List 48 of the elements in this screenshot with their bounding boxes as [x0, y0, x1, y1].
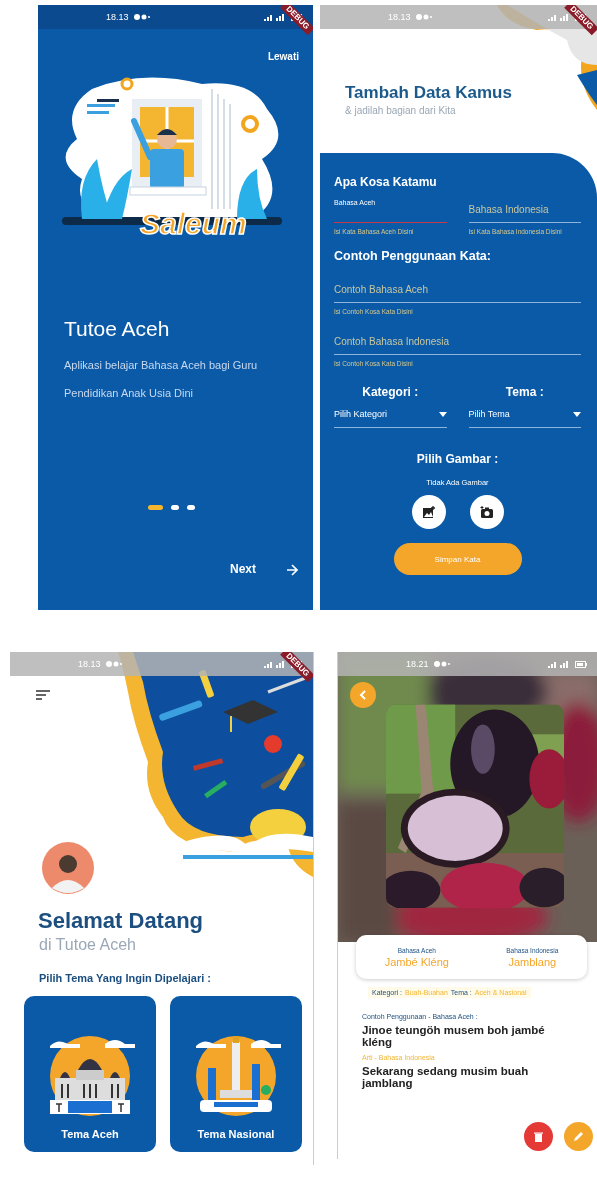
arrow-right-icon[interactable] [286, 564, 298, 576]
example-text: Jinoe teungöh musem boh jambé kléng [362, 1024, 546, 1048]
delete-button[interactable] [524, 1122, 553, 1151]
app-title: Tutoe Aceh [64, 317, 171, 341]
notification-icon [415, 14, 432, 20]
add-image-icon [422, 506, 435, 518]
theme-card[interactable]: Tema Nasional [170, 996, 302, 1152]
input-field[interactable]: Bahasa Indonesia [468, 189, 581, 223]
greeting-subtitle: di Tutoe Aceh [39, 936, 137, 954]
input-field[interactable]: Contoh Bahasa Aceh [334, 263, 581, 303]
section-heading: Apa Kosa Katamu [334, 175, 438, 189]
status-time: 18.13 [78, 659, 101, 669]
page-subtitle: & jadilah bagian dari Kita [345, 105, 457, 116]
menu-icon [36, 690, 50, 700]
dropdown[interactable]: Pilih Tema [468, 405, 581, 428]
word-text: Jamblang [508, 955, 557, 968]
app-description: Aplikasi belajar Bahasa Aceh bagi Guru Pendidikan Anak Usia Dini [64, 358, 259, 401]
greeting-title: Selamat Datang [38, 908, 205, 934]
signal-icon [264, 13, 286, 21]
camera-button[interactable] [469, 495, 504, 529]
caret-icon [573, 411, 581, 417]
meaning-text: Sekarang sedang musim buah jamblang [362, 1065, 530, 1089]
dropdown-label: Tema : [504, 385, 545, 399]
trash-icon [534, 1131, 543, 1142]
status-time: 18.13 [388, 12, 411, 22]
caret-icon [438, 411, 447, 417]
menu-button[interactable] [36, 688, 50, 703]
input-field[interactable]: Contoh Bahasa Indonesia [334, 315, 581, 355]
logo-text: Saleum [140, 207, 247, 241]
next-button[interactable]: Next [230, 562, 256, 576]
page-title: Tambah Data Kamus [345, 83, 513, 103]
skip-button[interactable]: Lewati [267, 51, 299, 62]
status-time: 18.13 [106, 12, 129, 22]
camera-icon [480, 506, 493, 518]
notification-icon [105, 661, 122, 667]
notification-icon [133, 14, 150, 20]
gallery-button[interactable] [411, 495, 446, 529]
theme-card[interactable]: Tema Aceh [24, 996, 156, 1152]
word-text: Jambé Kléng [384, 955, 449, 968]
signal-icon [264, 660, 286, 668]
signal-icon [548, 13, 570, 21]
pencil-icon [573, 1131, 584, 1142]
section-heading: Pilih Gambar : [415, 452, 500, 466]
dropdown-label: Kategori : [361, 385, 420, 399]
avatar [42, 842, 94, 894]
theme-prompt: Pilih Tema Yang Ingin Dipelajari : [39, 972, 212, 984]
section-heading: Contoh Penggunaan Kata: [334, 249, 492, 263]
dropdown[interactable]: Pilih Kategori [334, 405, 447, 428]
